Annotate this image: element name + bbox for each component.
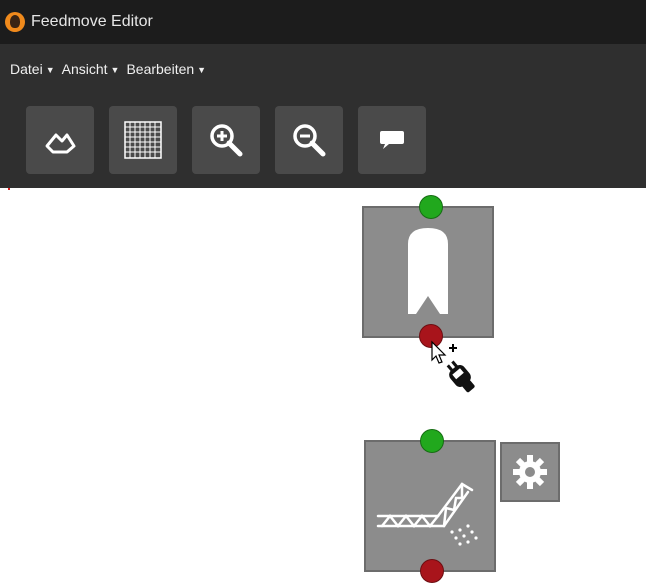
menu-ansicht[interactable]: Ansicht ▼ [62, 61, 120, 77]
home-button[interactable] [26, 106, 94, 174]
menu-datei-label: Datei [10, 61, 43, 77]
node-settings-button[interactable] [500, 442, 560, 502]
chevron-down-icon: ▼ [45, 64, 55, 75]
grid-icon [124, 121, 162, 159]
menu-toolbar-area: Datei ▼ Ansicht ▼ Bearbeiten ▼ [0, 44, 646, 188]
feedmove-logo-icon [5, 12, 25, 32]
menu-datei[interactable]: Datei ▼ [10, 61, 55, 77]
zoom-in-button[interactable] [192, 106, 260, 174]
chevron-down-icon: ▼ [110, 64, 120, 75]
chevron-down-icon: ▼ [197, 64, 207, 75]
window-title: Feedmove Editor [31, 13, 153, 30]
title-bar: Feedmove Editor [0, 0, 646, 44]
comment-button[interactable] [358, 106, 426, 174]
menu-bearbeiten-label: Bearbeiten [126, 61, 195, 77]
menu-bar: Datei ▼ Ansicht ▼ Bearbeiten ▼ [10, 61, 206, 77]
grid-button[interactable] [109, 106, 177, 174]
menu-bearbeiten[interactable]: Bearbeiten ▼ [126, 61, 206, 77]
connect-plug-cursor [431, 340, 475, 393]
silo-input-port[interactable] [419, 195, 443, 219]
editor-canvas[interactable] [0, 190, 646, 583]
menu-ansicht-label: Ansicht [61, 61, 108, 77]
toolbar [26, 106, 426, 174]
conveyor-icon [376, 482, 478, 546]
zoom-out-icon [293, 124, 326, 157]
home-icon [45, 133, 76, 154]
zoom-in-icon [210, 124, 243, 157]
conveyor-output-port[interactable] [420, 559, 444, 583]
gear-icon [513, 455, 547, 489]
conveyor-input-port[interactable] [420, 429, 444, 453]
silo-icon [408, 228, 448, 314]
silo-node[interactable] [362, 206, 494, 338]
zoom-out-button[interactable] [275, 106, 343, 174]
comment-icon [380, 131, 404, 149]
conveyor-node[interactable] [364, 440, 496, 572]
